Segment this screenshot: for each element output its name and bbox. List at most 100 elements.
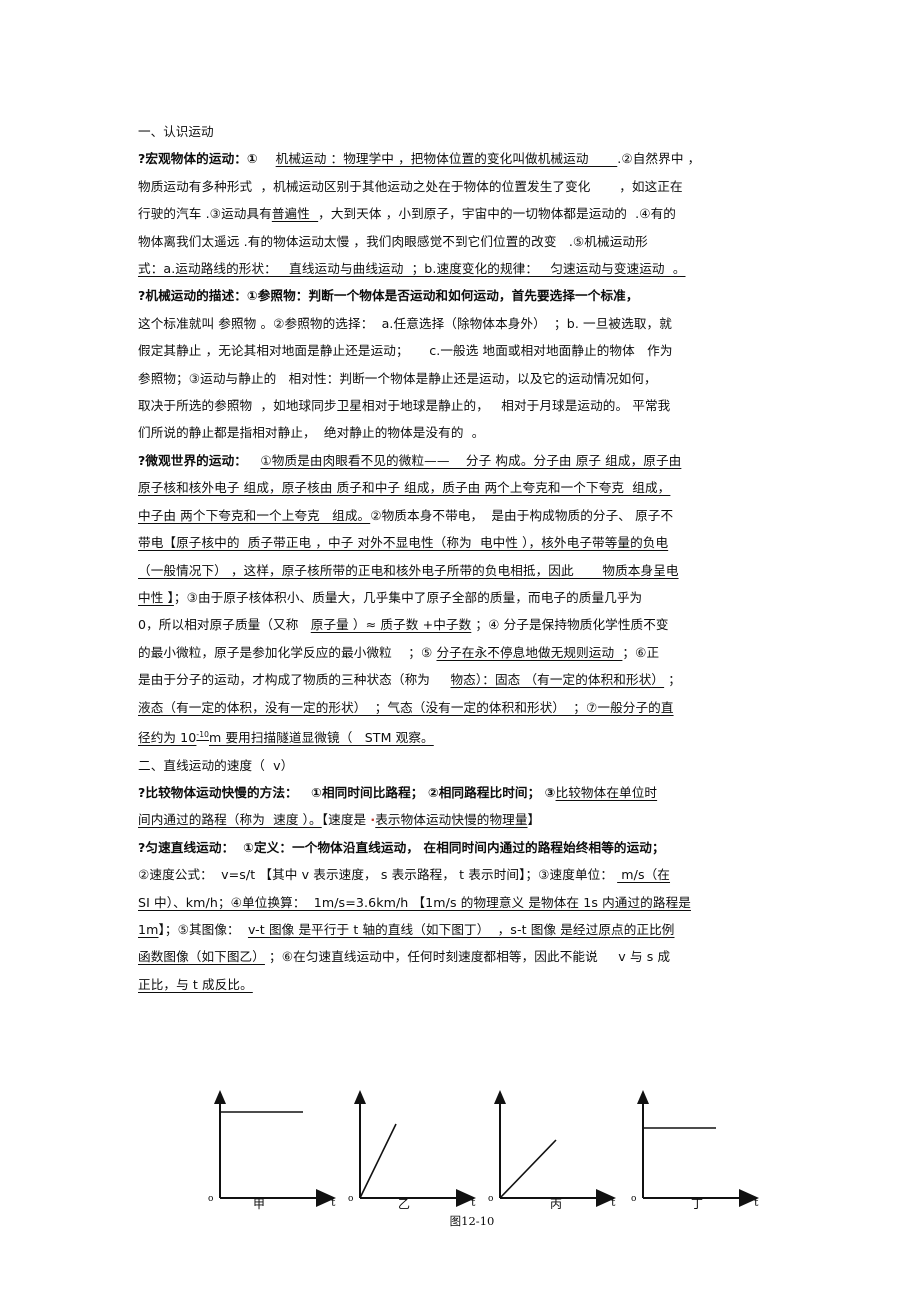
figure-ding: o 丁 t (621, 1090, 771, 1211)
figure-bing-xaxis: t (611, 1196, 616, 1209)
figure-jia-svg (214, 1090, 336, 1207)
text-line: ?宏观物体的运动：① 机械运动 ：物理学中 ，把物体位置的变化叫做机械运动 .②… (138, 145, 786, 309)
document-body: 一、认识运动 ?宏观物体的运动：① 机械运动 ：物理学中 ，把物体位置的变化叫做… (138, 118, 786, 998)
text-run: 【速度是 (321, 812, 371, 828)
text-line: ?宏观物体的运动：① 机械运动 ：物理学中 ，把物体位置的变化叫做机械运动 .②… (138, 145, 786, 751)
figure-yi: o 乙 t (338, 1090, 488, 1211)
figure-yi-origin: o (348, 1194, 354, 1204)
document-page: 一、认识运动 ?宏观物体的运动：① 机械运动 ：物理学中 ，把物体位置的变化叫做… (0, 0, 920, 1303)
text-line: ?宏观物体的运动：① 机械运动 ：物理学中 ，把物体位置的变化叫做机械运动 .②… (138, 145, 786, 556)
figure-jia-xaxis: t (331, 1196, 336, 1209)
text-line: ?宏观物体的运动：① 机械运动 ：物理学中 ，把物体位置的变化叫做机械运动 .②… (138, 145, 786, 501)
figure-yi-label: 乙 (398, 1197, 411, 1211)
text-run: ?微观世界的运动： (138, 452, 261, 468)
text-run: 函数图像（如下图乙） (138, 949, 265, 965)
text-line: ?宏观物体的运动：① 机械运动 ：物理学中 ，把物体位置的变化叫做机械运动 .②… (138, 145, 786, 584)
text-run: 中子由 两个下夸克和一个上夸克 组成。 (138, 507, 371, 523)
text-line: ?宏观物体的运动：① 机械运动 ：物理学中 ，把物体位置的变化叫做机械运动 .②… (138, 145, 786, 282)
text-run: ?宏观物体的运动：① (138, 151, 276, 167)
text-run: 取决于所选的参照物 ，如地球同步卫星相对于地球是静止的， 相对于月球是运动的。 … (138, 398, 671, 414)
text-line: ?宏观物体的运动：① 机械运动 ：物理学中 ，把物体位置的变化叫做机械运动 .②… (138, 145, 786, 474)
text-line: ?宏观物体的运动：① 机械运动 ：物理学中 ，把物体位置的变化叫做机械运动 .②… (138, 145, 786, 419)
text-run: ；⑥在匀速直线运动中，任何时刻速度都相等，因此不能说 v 与 s 成 (264, 949, 671, 965)
text-run: ； (664, 672, 681, 688)
text-run: 是由于分子的运动，才构成了物质的三种状态（称为 (138, 672, 451, 688)
text-run: 液态（有一定的体积，没有一定的形状） ；气态（没有一定的体积和形状） ；⑦一般分… (138, 699, 674, 715)
text-run: 二、直线运动的速度（ v） (138, 757, 294, 773)
text-run: 机械运动 ：物理学中 ，把物体位置的变化叫做机械运动 (275, 151, 618, 167)
text-run: .②自然界中 ， (617, 151, 701, 167)
text-run: 】；⑤其图像： (158, 921, 248, 937)
text-run: 这个标准就叫 参照物 。②参照物的选择： a.任意选择（除物体本身外） ；b. … (138, 315, 672, 331)
text-run: 假定其静止 ，无论其相对地面是静止还是运动； c.一般选 地面或相对地面静止的物… (138, 343, 673, 359)
text-run: ②速度公式： v=s/t 【其中 v 表示速度， s 表示路程， t 表示时间】… (138, 867, 618, 883)
text-run: （一般情况下） ，这样，原子核所带的正电和核外电子所带的负电相抵，因此 物质本身… (138, 562, 679, 578)
text-run: 表示物体运动快慢的物理量 (375, 812, 528, 828)
text-run: 正比，与 t 成反比。 (138, 976, 253, 992)
figure-ding-svg (637, 1090, 759, 1207)
figure-ding-label: 丁 (691, 1197, 704, 1211)
text-run: 1m (138, 921, 159, 937)
text-run: 物质运动有多种形式 ，机械运动区别于其他运动之处在于物体的位置发生了变化 ，如这… (138, 178, 683, 194)
text-line: ?宏观物体的运动：① 机械运动 ：物理学中 ，把物体位置的变化叫做机械运动 .②… (138, 145, 786, 888)
text-run: 】 (527, 812, 541, 828)
text-run: 中性 】 (138, 589, 174, 605)
text-line: ?宏观物体的运动：① 机械运动 ：物理学中 ，把物体位置的变化叫做机械运动 .②… (138, 145, 786, 446)
text-run: ②物质本身不带电， 是由于构成物质的分子、 原子不 (370, 507, 674, 523)
text-run: 物态）：固态 （有一定的体积和形状） (450, 672, 665, 688)
text-run: ?匀速直线运动： ①定义：一个物体沿直线运动， 在相同时间内通过的路程始终相等的… (138, 839, 665, 855)
figure-caption: 图12-10 (449, 1214, 495, 1228)
text-run: 带电【原子核中的 质子带正电 ，中子 对外不显电性（称为 电中性 ），核外电子带… (138, 535, 669, 551)
figure-group: o 甲 t o 乙 t o 丙 t o 丁 t (138, 1090, 798, 1225)
text-run: v-t 图像 是平行于 t 轴的直线（如下图丁） ，s-t 图像 是经过原点的正… (247, 921, 675, 937)
text-run: SI 中）、km/h；④单位换算： 1m/s=3.6km/h 【1m/s 的物理… (138, 894, 691, 910)
text-line: ?宏观物体的运动：① 机械运动 ：物理学中 ，把物体位置的变化叫做机械运动 .②… (138, 145, 786, 998)
text-line: ?宏观物体的运动：① 机械运动 ：物理学中 ，把物体位置的变化叫做机械运动 .②… (138, 145, 786, 721)
text-run: 原子核和核外电子 组成，原子核由 质子和中子 组成，质子由 两个上夸克和一个下夸… (138, 480, 671, 496)
text-run: ①物质是由肉眼看不见的微粒—— 分子 构成。分子由 原子 组成，原子由 (260, 452, 682, 468)
text-run: ，大到天体 ，小到原子，宇宙中的一切物体都是运动的 .④有的 (318, 206, 676, 222)
text-line: ?宏观物体的运动：① 机械运动 ：物理学中 ，把物体位置的变化叫做机械运动 .②… (138, 145, 786, 861)
text-run: ；⑥正 (622, 644, 660, 660)
text-run: 径约为 10 (138, 730, 197, 746)
text-run: 普遍性 (271, 206, 319, 222)
text-run: -10 (196, 729, 209, 739)
text-run: ；③由于原子核体积小、质量大，几乎集中了原子全部的质量，而电子的质量几乎为 (173, 589, 643, 605)
text-line: ?宏观物体的运动：① 机械运动 ：物理学中 ，把物体位置的变化叫做机械运动 .②… (138, 145, 786, 529)
figure-bing: o 丙 t (478, 1090, 628, 1211)
text-run: 物体离我们太遥远 .有的物体运动太慢 ，我们肉眼感觉不到它们位置的改变 .⑤机械… (138, 233, 648, 249)
text-line: ?宏观物体的运动：① 机械运动 ：物理学中 ，把物体位置的变化叫做机械运动 .②… (138, 145, 786, 693)
text-run: m 要用扫描隧道显微镜（ STM 观察。 (208, 730, 434, 746)
text-run: 0，所以相对原子质量（又称 (138, 617, 311, 633)
text-line: ?宏观物体的运动：① 机械运动 ：物理学中 ，把物体位置的变化叫做机械运动 .②… (138, 145, 786, 255)
text-line: ?宏观物体的运动：① 机械运动 ：物理学中 ，把物体位置的变化叫做机械运动 .②… (138, 145, 786, 227)
figure-bing-svg (494, 1090, 616, 1207)
text-line: ?宏观物体的运动：① 机械运动 ：物理学中 ，把物体位置的变化叫做机械运动 .②… (138, 145, 786, 833)
text-line: ?宏观物体的运动：① 机械运动 ：物理学中 ，把物体位置的变化叫做机械运动 .②… (138, 145, 786, 611)
figure-jia-label: 甲 (253, 1197, 266, 1211)
text-line: ?宏观物体的运动：① 机械运动 ：物理学中 ，把物体位置的变化叫做机械运动 .②… (138, 145, 786, 943)
text-run: 们所说的静止都是指相对静止， 绝对静止的物体是没有的 。 (138, 425, 485, 441)
text-line: ?宏观物体的运动：① 机械运动 ：物理学中 ，把物体位置的变化叫做机械运动 .②… (138, 145, 786, 392)
figure-jia-origin: o (208, 1194, 214, 1204)
figure-yi-svg (354, 1090, 476, 1207)
text-run: m/s（在 (617, 867, 671, 883)
section-heading-1: 一、认识运动 (138, 124, 214, 139)
text-line: ?宏观物体的运动：① 机械运动 ：物理学中 ，把物体位置的变化叫做机械运动 .②… (138, 145, 786, 779)
text-line: ?宏观物体的运动：① 机械运动 ：物理学中 ，把物体位置的变化叫做机械运动 .②… (138, 145, 786, 638)
text-run: 间内通过的路程（称为 速度 ）。 (138, 812, 322, 828)
text-run: 行驶的汽车 .③运动具有 (138, 206, 272, 222)
text-run: ?比较物体运动快慢的方法： ①相同时间比路程； ②相同路程比时间； ③ (138, 784, 556, 800)
text-line: ?宏观物体的运动：① 机械运动 ：物理学中 ，把物体位置的变化叫做机械运动 .②… (138, 145, 786, 666)
text-run: 比较物体在单位时 (555, 784, 658, 800)
text-run: ?机械运动的描述：①参照物：判断一个物体是否运动和如何运动，首先要选择一个标准， (138, 288, 639, 304)
text-run: 式：a.运动路线的形状： 直线运动与曲线运动 ；b.速度变化的规律： 匀速运动与… (138, 261, 686, 277)
text-line: ?宏观物体的运动：① 机械运动 ：物理学中 ，把物体位置的变化叫做机械运动 .②… (138, 145, 786, 916)
text-run: 的最小微粒，原子是参加化学反应的最小微粒 ；⑤ (138, 644, 437, 660)
text-run: 分子在永不停息地做无规则运动 (436, 644, 623, 660)
figure-bing-origin: o (488, 1194, 494, 1204)
text-line: ?宏观物体的运动：① 机械运动 ：物理学中 ，把物体位置的变化叫做机械运动 .②… (138, 145, 786, 364)
text-lines: ?宏观物体的运动：① 机械运动 ：物理学中 ，把物体位置的变化叫做机械运动 .②… (138, 145, 786, 998)
figure-jia: o 甲 t (198, 1090, 348, 1211)
text-line: ?宏观物体的运动：① 机械运动 ：物理学中 ，把物体位置的变化叫做机械运动 .②… (138, 145, 786, 172)
